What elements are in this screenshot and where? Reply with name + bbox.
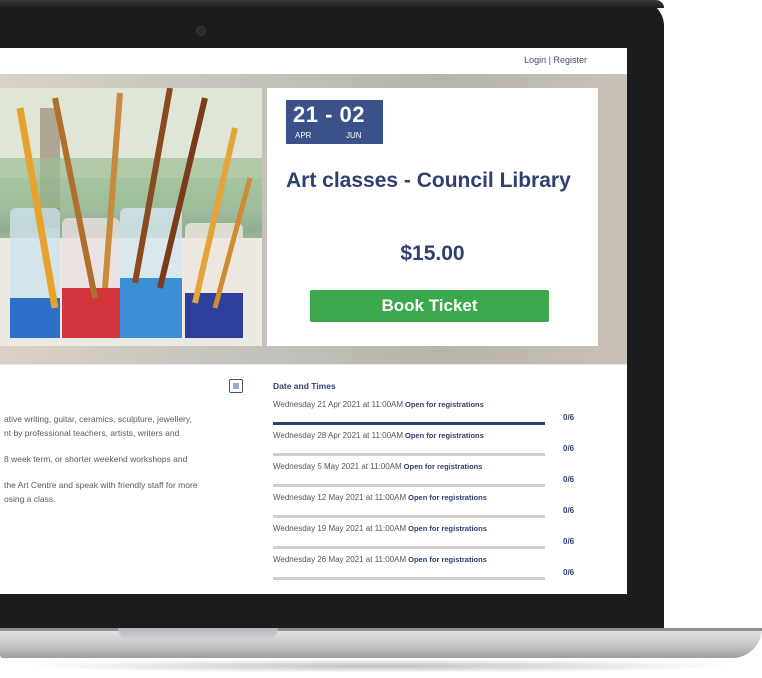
end-month: JUN xyxy=(346,131,362,140)
registration-status: Open for registrations xyxy=(408,524,487,533)
start-month: APR xyxy=(295,131,312,140)
date-label: Wednesday 19 May 2021 at 11:00AM xyxy=(273,524,407,533)
date-text: Wednesday 26 May 2021 at 11:00AM Open for… xyxy=(273,555,487,564)
date-row[interactable]: Wednesday 19 May 2021 at 11:00AM Open for… xyxy=(273,524,593,555)
paint-brushes-image xyxy=(0,88,262,346)
laptop-notch xyxy=(118,628,278,640)
date-label: Wednesday 28 Apr 2021 at 11:00AM xyxy=(273,431,404,440)
description-line: nt by professional teachers, artists, wr… xyxy=(4,428,180,438)
description-line: ative writing, guitar, ceramics, sculptu… xyxy=(4,414,192,424)
date-label: Wednesday 5 May 2021 at 11:00AM xyxy=(273,462,402,471)
event-title: Art classes - Council Library xyxy=(286,169,571,192)
book-ticket-button[interactable]: Book Ticket xyxy=(310,290,549,322)
date-row[interactable]: Wednesday 28 Apr 2021 at 11:00AM Open for… xyxy=(273,431,593,462)
calendar-icon[interactable] xyxy=(229,379,243,393)
capacity-count: 0/6 xyxy=(563,506,575,515)
registration-status: Open for registrations xyxy=(405,400,484,409)
event-price: $15.00 xyxy=(400,242,465,265)
section-divider xyxy=(0,364,627,365)
date-text: Wednesday 19 May 2021 at 11:00AM Open for… xyxy=(273,524,487,533)
registration-status: Open for registrations xyxy=(405,431,484,440)
description-line: the Art Centre and speak with friendly s… xyxy=(4,480,198,490)
capacity-count: 0/6 xyxy=(563,475,575,484)
date-row-underline xyxy=(273,422,545,425)
date-text: Wednesday 28 Apr 2021 at 11:00AM Open for… xyxy=(273,431,484,440)
registration-status: Open for registrations xyxy=(408,493,487,502)
webcam xyxy=(196,26,206,36)
dates-times-list: Wednesday 21 Apr 2021 at 11:00AM Open for… xyxy=(273,400,593,586)
date-row-underline xyxy=(273,484,545,487)
date-text: Wednesday 5 May 2021 at 11:00AM Open for … xyxy=(273,462,482,471)
date-row[interactable]: Wednesday 12 May 2021 at 11:00AM Open for… xyxy=(273,493,593,524)
date-label: Wednesday 21 Apr 2021 at 11:00AM xyxy=(273,400,404,409)
date-row[interactable]: Wednesday 26 May 2021 at 11:00AM Open for… xyxy=(273,555,593,586)
date-label: Wednesday 12 May 2021 at 11:00AM xyxy=(273,493,407,502)
capacity-count: 0/6 xyxy=(563,568,575,577)
date-badge: 21 - 02 APR JUN xyxy=(286,100,383,144)
laptop-shadow xyxy=(20,659,740,673)
event-description: ative writing, guitar, ceramics, sculptu… xyxy=(4,412,244,506)
date-label: Wednesday 26 May 2021 at 11:00AM xyxy=(273,555,407,564)
event-card: 21 - 02 APR JUN Art classes - Council Li… xyxy=(267,88,598,346)
description-line: 8 week term, or shorter weekend workshop… xyxy=(4,454,188,464)
date-row[interactable]: Wednesday 5 May 2021 at 11:00AM Open for … xyxy=(273,462,593,493)
login-link[interactable]: Login xyxy=(524,55,546,65)
event-photo xyxy=(0,88,262,346)
date-row[interactable]: Wednesday 21 Apr 2021 at 11:00AM Open for… xyxy=(273,400,593,431)
registration-status: Open for registrations xyxy=(408,555,487,564)
capacity-count: 0/6 xyxy=(563,444,575,453)
date-text: Wednesday 12 May 2021 at 11:00AM Open for… xyxy=(273,493,487,502)
laptop-bezel-highlight xyxy=(0,0,664,8)
date-row-underline xyxy=(273,515,545,518)
date-text: Wednesday 21 Apr 2021 at 11:00AM Open for… xyxy=(273,400,484,409)
laptop-base-edge xyxy=(0,628,762,631)
capacity-count: 0/6 xyxy=(563,537,575,546)
laptop-base xyxy=(0,628,762,658)
register-link[interactable]: Register xyxy=(553,55,587,65)
description-line: osing a class. xyxy=(4,494,56,504)
date-row-underline xyxy=(273,453,545,456)
laptop-screen: Login | Register 21 - 02 APR JUN Art cla… xyxy=(0,48,627,594)
capacity-count: 0/6 xyxy=(563,413,575,422)
date-range: 21 - 02 xyxy=(293,102,365,127)
date-row-underline xyxy=(273,577,545,580)
dates-times-heading: Date and Times xyxy=(273,381,336,391)
link-separator: | xyxy=(548,55,551,65)
account-links: Login | Register xyxy=(524,55,587,65)
registration-status: Open for registrations xyxy=(403,462,483,471)
date-row-underline xyxy=(273,546,545,549)
